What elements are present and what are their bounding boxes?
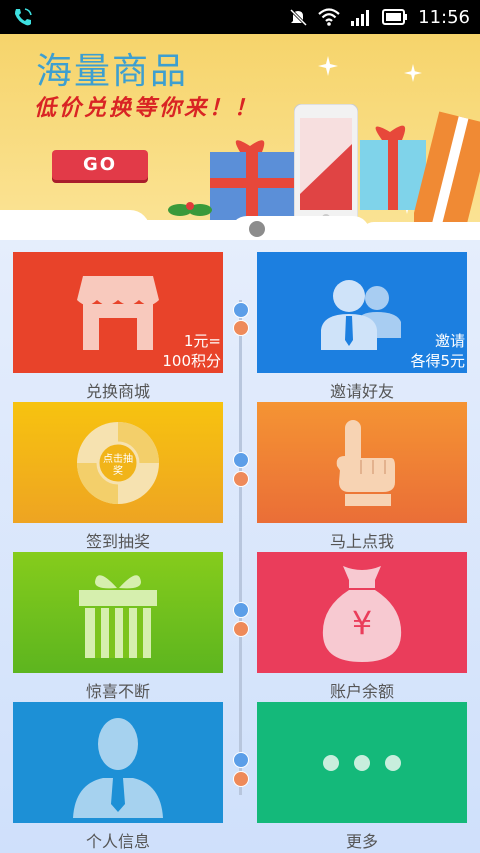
tile-label: 个人信息	[85, 832, 150, 851]
tile-note: 1元= 100积分	[162, 332, 221, 370]
banner-title: 海量商品	[36, 51, 189, 92]
person-icon	[73, 718, 163, 818]
timeline-dot	[233, 752, 249, 768]
more-dots-icon	[323, 755, 401, 771]
lottery-button-label: 点击抽奖	[103, 454, 133, 477]
banner-page-indicator[interactable]	[249, 221, 265, 237]
wifi-icon	[318, 8, 340, 26]
tile-click-now[interactable]	[257, 402, 467, 523]
timeline-dot	[233, 320, 249, 336]
gift-icon	[79, 575, 157, 658]
tile-label: 兑换商城	[85, 382, 150, 401]
tile-checkin-lottery[interactable]: 点击抽奖	[13, 402, 223, 523]
clock: 11:56	[418, 6, 470, 28]
tile-label: 更多	[345, 832, 378, 851]
users-icon	[321, 280, 401, 350]
tile-note: 邀请 各得5元	[410, 332, 465, 370]
pointing-hand-icon	[336, 420, 395, 506]
tile-personal-info[interactable]	[13, 702, 223, 823]
cloud-decoration	[360, 222, 480, 240]
tile-label: 惊喜不断	[85, 682, 150, 701]
timeline-dot	[233, 302, 249, 318]
tile-more[interactable]	[257, 702, 467, 823]
sparkle-icon	[318, 56, 338, 76]
shop-icon	[77, 276, 159, 350]
tile-invite-friends[interactable]: 邀请 各得5元	[257, 252, 467, 373]
tile-label: 签到抽奖	[85, 532, 150, 551]
status-bar: 11:56	[0, 0, 480, 34]
tile-surprises[interactable]	[13, 552, 223, 673]
battery-icon	[382, 9, 408, 25]
banner-subtitle: 低价兑换等你来！！	[34, 96, 260, 121]
phone-illustration	[294, 104, 358, 226]
go-button[interactable]: GO	[52, 150, 148, 180]
timeline-line	[239, 300, 242, 795]
timeline-dot	[233, 602, 249, 618]
promo-banner[interactable]: 海量商品 低价兑换等你来！！ GO	[0, 34, 480, 240]
timeline-dot	[233, 452, 249, 468]
timeline-dot	[233, 621, 249, 637]
yuan-symbol: ¥	[351, 604, 373, 642]
gift-box-blue-illustration	[210, 140, 294, 222]
sparkle-icon	[404, 64, 422, 82]
mute-icon	[290, 8, 308, 27]
tile-account-balance[interactable]: ¥	[257, 552, 467, 673]
timeline-dot	[233, 471, 249, 487]
tile-label: 邀请好友	[329, 382, 394, 401]
tile-label: 马上点我	[329, 532, 394, 551]
tile-label: 账户余额	[329, 682, 394, 701]
phone-call-icon	[15, 8, 32, 26]
gift-box-orange-illustration	[414, 111, 480, 236]
signal-icon	[351, 10, 370, 26]
tile-exchange-mall[interactable]: 1元= 100积分	[13, 252, 223, 373]
timeline-dot	[233, 771, 249, 787]
